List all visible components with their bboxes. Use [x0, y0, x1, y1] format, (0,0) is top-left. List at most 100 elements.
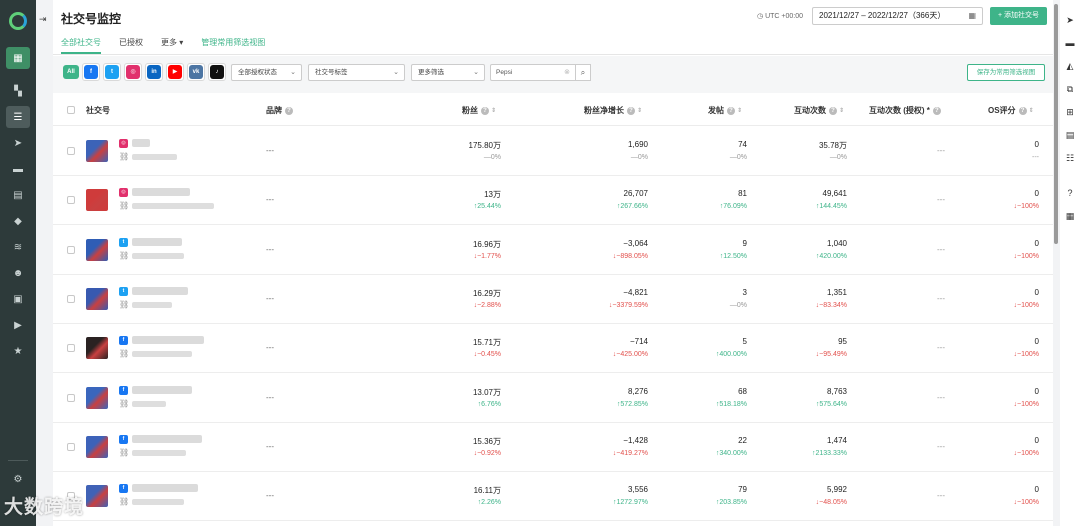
date-range-picker[interactable]: 2021/12/27 – 2022/12/27（366天） ▦: [812, 7, 983, 25]
row-checkbox[interactable]: [67, 294, 75, 303]
auth-status-select[interactable]: 全部授权状态 ⌄: [231, 64, 302, 81]
list-icon[interactable]: ☰: [6, 106, 30, 128]
scrollbar[interactable]: [1053, 0, 1060, 526]
help-icon[interactable]: ?: [727, 106, 735, 115]
col-fans-net[interactable]: 粉丝净增长? ⇕: [584, 105, 642, 116]
col-fans[interactable]: 粉丝? ⇕: [462, 105, 496, 116]
table-row[interactable]: f ⛓ --- 15.71万 ↓−0.45% −714 ↓−425.00% 5 ↑400.00%…: [53, 324, 1053, 374]
row-checkbox[interactable]: [67, 442, 75, 451]
dashboard-icon[interactable]: ▚: [6, 80, 30, 102]
col-posts[interactable]: 发帖? ⇕: [708, 105, 742, 116]
network-filter-facebook[interactable]: f: [82, 63, 100, 81]
avatar[interactable]: [86, 485, 108, 508]
row-checkbox[interactable]: [67, 344, 75, 353]
avatar[interactable]: [86, 435, 108, 458]
row-checkbox[interactable]: [67, 393, 75, 402]
link-icon[interactable]: ⛓: [119, 448, 129, 457]
save-filter-view-button[interactable]: 保存为常用筛选视图: [967, 64, 1045, 81]
table-row[interactable]: f ⛓ --- 13.07万 ↑6.76% 8,276 ↑572.85% 68 ↑518.18%…: [53, 373, 1053, 423]
manage-filter-views-link[interactable]: 管理常用筛选视图: [201, 36, 265, 54]
send-icon[interactable]: ➤: [6, 132, 30, 154]
row-checkbox[interactable]: [67, 196, 75, 205]
document-icon[interactable]: ▤: [6, 184, 30, 206]
link-icon[interactable]: ⛓: [119, 497, 129, 506]
filter-list-icon[interactable]: ☷: [1064, 152, 1076, 164]
table-row[interactable]: f ⛓ --- 15.36万 ↓−0.92% −1,428 ↓−419.27% 22 ↑340.…: [53, 422, 1053, 472]
star-icon[interactable]: ★: [6, 340, 30, 362]
link-icon[interactable]: ⛓: [119, 349, 129, 358]
link-icon[interactable]: ⛓: [119, 152, 129, 161]
avatar[interactable]: [86, 337, 108, 360]
select-all-checkbox[interactable]: [67, 106, 75, 114]
avatar[interactable]: [86, 386, 108, 409]
help-icon[interactable]: ?: [829, 106, 837, 115]
video-icon[interactable]: ▶: [6, 314, 30, 336]
tab-all-accounts[interactable]: 全部社交号: [61, 36, 101, 54]
account-name[interactable]: [132, 139, 150, 147]
account-name[interactable]: [132, 434, 202, 443]
settings-icon[interactable]: ⚙: [6, 468, 30, 490]
sort-icon[interactable]: ⇕: [737, 108, 742, 114]
network-filter-all[interactable]: All: [61, 63, 81, 81]
network-filter-vk[interactable]: vk: [187, 63, 205, 81]
account-name[interactable]: [132, 385, 192, 394]
more-filters-select[interactable]: 更多筛选 ⌄: [411, 64, 485, 81]
avatar[interactable]: [86, 287, 108, 310]
clear-icon[interactable]: ⊗: [564, 65, 570, 80]
sort-icon[interactable]: ⇕: [1029, 108, 1034, 114]
avatar[interactable]: [86, 140, 108, 162]
row-checkbox[interactable]: [67, 147, 75, 155]
scroll-thumb[interactable]: [1054, 4, 1058, 244]
bell-icon[interactable]: ◭: [1064, 60, 1076, 72]
translate-icon[interactable]: ⧉: [1064, 83, 1076, 95]
sort-icon[interactable]: ⇕: [839, 108, 844, 114]
help-icon[interactable]: ?: [285, 106, 293, 115]
users-icon[interactable]: ☻: [6, 262, 30, 284]
network-filter-instagram[interactable]: ◎: [124, 63, 142, 81]
help-icon[interactable]: ?: [627, 106, 635, 115]
apps-icon[interactable]: ▦: [6, 47, 30, 69]
audio-icon[interactable]: ≋: [6, 236, 30, 258]
add-icon[interactable]: ⊞: [1064, 106, 1076, 118]
account-name[interactable]: [132, 484, 198, 493]
table-row[interactable]: t ⛓ --- 16.96万 ↓−1.77% −3,064 ↓−898.05% 9 ↑12.50…: [53, 225, 1053, 275]
sort-icon[interactable]: ⇕: [637, 108, 642, 114]
row-checkbox[interactable]: [67, 245, 75, 254]
account-name[interactable]: [132, 336, 204, 345]
navigate-icon[interactable]: ➤: [1064, 14, 1076, 26]
timezone-label[interactable]: ◷ UTC +00:00: [757, 12, 803, 20]
help-icon[interactable]: ?: [1018, 106, 1027, 115]
account-tags-select[interactable]: 社交号标签 ⌄: [308, 64, 405, 81]
help-icon[interactable]: ?: [932, 106, 941, 115]
col-os-score[interactable]: OS评分? ⇕: [988, 105, 1034, 116]
account-name[interactable]: [132, 237, 182, 246]
link-icon[interactable]: ⛓: [119, 300, 129, 309]
tab-authorized[interactable]: 已授权: [119, 36, 143, 54]
tag-icon[interactable]: ◆: [6, 210, 30, 232]
link-icon[interactable]: ⛓: [119, 251, 129, 260]
avatar[interactable]: [86, 238, 108, 261]
message-icon[interactable]: ▬: [1064, 37, 1076, 49]
help-icon[interactable]: ?: [481, 106, 489, 115]
network-filter-youtube[interactable]: ▶: [166, 63, 184, 81]
account-name[interactable]: [132, 188, 190, 197]
network-filter-twitter[interactable]: t: [103, 63, 121, 81]
collapse-sidebar-icon[interactable]: ⇥: [39, 14, 47, 25]
link-icon[interactable]: ⛓: [119, 201, 129, 210]
folder-add-icon[interactable]: ▤: [1064, 129, 1076, 141]
col-interactions[interactable]: 互动次数? ⇕: [794, 105, 844, 116]
help-icon[interactable]: ?: [1064, 187, 1076, 199]
search-input[interactable]: Pepsi ⊗: [490, 64, 576, 81]
link-icon[interactable]: ⛓: [119, 399, 129, 408]
table-row[interactable]: t ⛓ --- 16.29万 ↓−2.88% −4,821 ↓−3379.59% 3 —0% 1,…: [53, 274, 1053, 324]
table-row[interactable]: f ⛓ --- 16.11万 ↑2.26% 3,556 ↑1272.97% 79 ↑203.85…: [53, 472, 1053, 522]
image-icon[interactable]: ▣: [6, 288, 30, 310]
logo-icon[interactable]: [9, 12, 27, 30]
tab-more[interactable]: 更多 ▾: [161, 36, 183, 54]
sort-icon[interactable]: ⇕: [491, 108, 496, 114]
account-name[interactable]: [132, 286, 188, 295]
table-row[interactable]: ◎ ⛓ --- 175.80万 —0% 1,690 —0% 74 —0% 35.78万 —0% 0 --…: [53, 127, 1053, 176]
add-account-button[interactable]: + 添加社交号: [990, 7, 1047, 25]
network-filter-tiktok[interactable]: ♪: [208, 63, 226, 81]
chat-icon[interactable]: ▬: [6, 158, 30, 180]
